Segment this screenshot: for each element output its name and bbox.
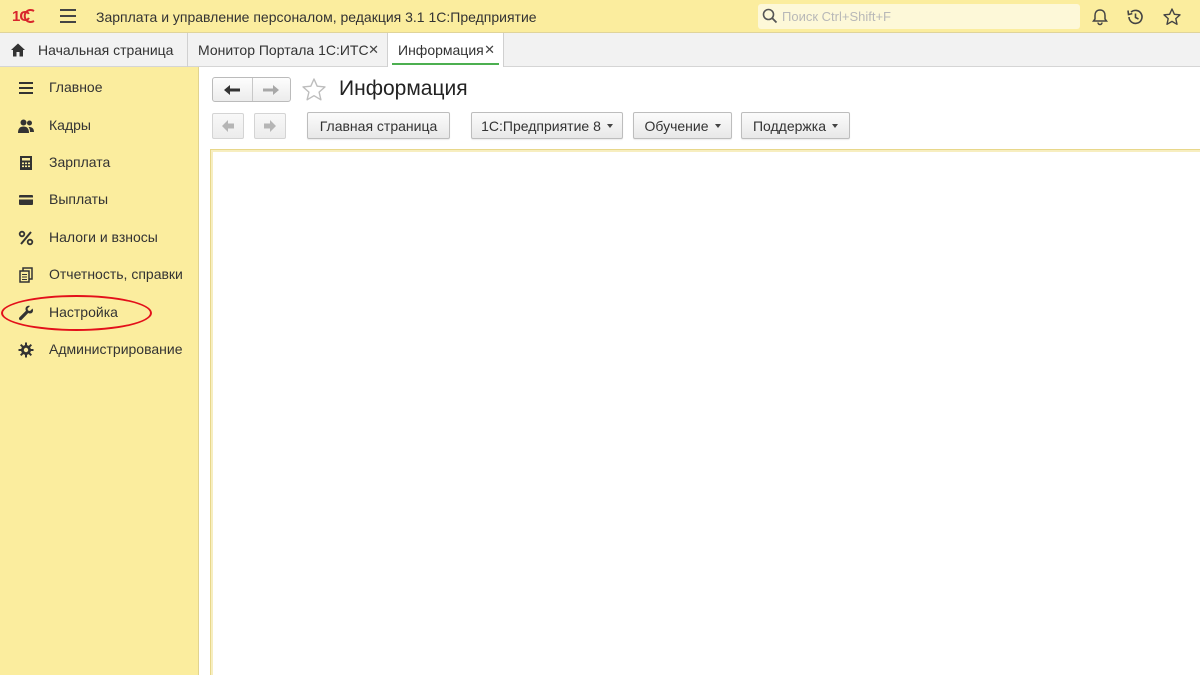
history-icon[interactable]: [1125, 7, 1145, 27]
main-panel: Информация Главная страница 1С:Предприят…: [199, 67, 1200, 675]
sidebar-item-label: Главное: [49, 79, 103, 95]
global-search[interactable]: [758, 4, 1080, 29]
close-icon[interactable]: ✕: [484, 42, 495, 58]
back-button[interactable]: [213, 78, 252, 101]
home-icon: [11, 43, 25, 57]
training-dropdown[interactable]: Обучение: [633, 112, 732, 139]
1c-logo-icon: 1С: [12, 8, 35, 25]
favorites-star-icon[interactable]: [1162, 7, 1182, 27]
history-nav: [212, 77, 291, 102]
support-dropdown[interactable]: Поддержка: [741, 112, 850, 139]
list-icon: [19, 82, 33, 94]
tab-label: Начальная страница: [38, 42, 174, 58]
button-label: Главная страница: [319, 117, 438, 134]
chevron-down-icon: [832, 123, 839, 128]
button-label: Обучение: [644, 117, 709, 134]
tab-information[interactable]: Информация ✕: [388, 33, 504, 67]
sidebar-item-label: Настройка: [49, 304, 118, 320]
sidebar-item-label: Выплаты: [49, 191, 109, 207]
sidebar-item-administration[interactable]: Администрирование: [0, 331, 199, 367]
sidebar-item-salary[interactable]: Зарплата: [0, 144, 199, 180]
arrow-right-icon: [264, 120, 276, 132]
app-title: Зарплата и управление персоналом, редакц…: [96, 9, 537, 25]
search-input[interactable]: [782, 7, 1072, 26]
chevron-down-icon: [714, 123, 721, 128]
gear-icon: [18, 342, 34, 358]
wallet-icon: [19, 195, 33, 205]
sidebar-item-label: Кадры: [49, 117, 91, 133]
button-label: 1С:Предприятие 8: [481, 117, 601, 134]
app-logo[interactable]: 1С: [12, 8, 46, 28]
sidebar: Главное Кадры Зарплата Выплаты Налоги и …: [0, 67, 199, 675]
tab-label: Информация: [398, 42, 484, 58]
sidebar-item-reports[interactable]: Отчетность, справки: [0, 256, 199, 292]
arrow-left-icon: [222, 120, 234, 132]
sidebar-item-taxes[interactable]: Налоги и взносы: [0, 219, 199, 255]
bell-icon[interactable]: [1090, 7, 1110, 27]
add-to-favorites-star-icon[interactable]: [300, 76, 328, 104]
tab-its-monitor[interactable]: Монитор Портала 1С:ИТС ✕: [188, 33, 388, 67]
sidebar-item-settings[interactable]: Настройка: [0, 294, 199, 330]
sidebar-item-payments[interactable]: Выплаты: [0, 181, 199, 217]
sidebar-item-label: Отчетность, справки: [49, 266, 183, 282]
close-icon[interactable]: ✕: [368, 42, 379, 58]
calculator-icon: [20, 156, 32, 170]
wrench-icon: [18, 305, 34, 321]
button-label: Поддержка: [752, 117, 827, 134]
sidebar-item-hr[interactable]: Кадры: [0, 107, 199, 143]
people-icon: [18, 119, 34, 133]
page-title: Информация: [339, 77, 468, 100]
chevron-down-icon: [606, 123, 613, 128]
sidebar-item-label: Администрирование: [49, 341, 183, 357]
tab-bar: Начальная страница Монитор Портала 1С:ИТ…: [0, 33, 1200, 67]
forward-button[interactable]: [251, 78, 291, 101]
arrow-right-icon: [263, 84, 280, 95]
home-page-button[interactable]: Главная страница: [307, 112, 450, 139]
sidebar-item-main[interactable]: Главное: [0, 69, 199, 105]
browser-back-button[interactable]: [212, 113, 244, 139]
sidebar-item-label: Налоги и взносы: [49, 229, 158, 245]
percent-icon: [18, 230, 34, 246]
content-frame[interactable]: [210, 149, 1200, 675]
documents-icon: [19, 267, 33, 283]
browser-forward-button[interactable]: [254, 113, 286, 139]
title-bar: 1С Зарплата и управление персоналом, ред…: [0, 0, 1200, 33]
hamburger-menu-icon[interactable]: [60, 9, 76, 23]
arrow-left-icon: [224, 84, 241, 95]
tab-home[interactable]: Начальная страница: [0, 33, 188, 67]
enterprise-dropdown[interactable]: 1С:Предприятие 8: [471, 112, 623, 139]
tab-label: Монитор Портала 1С:ИТС: [198, 42, 369, 58]
sidebar-item-label: Зарплата: [49, 154, 111, 170]
search-icon: [762, 8, 778, 24]
